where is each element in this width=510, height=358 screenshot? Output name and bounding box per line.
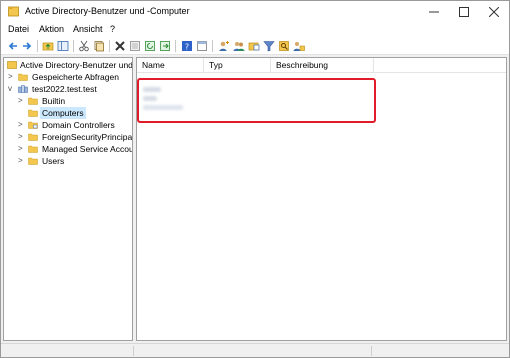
expand-chevron-icon[interactable]: >: [18, 119, 26, 131]
maximize-button[interactable]: [449, 1, 479, 23]
tree-item-domain[interactable]: v test2022.test.test: [8, 83, 132, 95]
tree-root[interactable]: Active Directory-Benutzer und -: [6, 59, 133, 71]
window-title: Active Directory-Benutzer und -Computer: [25, 6, 190, 16]
column-header-beschreibung[interactable]: Beschreibung: [271, 58, 374, 72]
ad-app-icon: [8, 6, 19, 17]
close-button[interactable]: [479, 1, 509, 23]
maximize-icon: [459, 7, 469, 17]
column-header-typ[interactable]: Typ: [204, 58, 271, 72]
folder-icon: [28, 157, 38, 165]
find-icon[interactable]: [278, 40, 290, 52]
expand-chevron-icon[interactable]: >: [18, 95, 26, 107]
svg-text:?: ?: [185, 43, 189, 52]
tree-item-foreign-security-principals[interactable]: > ForeignSecurityPrincipals: [18, 131, 133, 143]
toolbar-divider: [73, 40, 74, 52]
folder-icon: [18, 73, 28, 81]
tree-item-label: Managed Service Accour: [42, 144, 133, 154]
toolbar: ?: [1, 37, 509, 55]
up-folder-icon[interactable]: [42, 40, 54, 52]
forward-icon[interactable]: [21, 40, 33, 52]
menu-help[interactable]: ?: [110, 24, 115, 34]
header-divider: [137, 72, 506, 73]
close-icon: [489, 7, 499, 17]
expand-chevron-icon[interactable]: >: [18, 143, 26, 155]
toolbar-divider: [212, 40, 213, 52]
folder-icon: [28, 109, 38, 117]
filter-icon[interactable]: [263, 40, 275, 52]
status-divider: [133, 346, 134, 356]
toolbar-divider: [175, 40, 176, 52]
tree-item-gespeicherte-abfragen[interactable]: > Gespeicherte Abfragen: [8, 71, 132, 83]
add-group-icon[interactable]: [233, 40, 245, 52]
tree-item-label: test2022.test.test: [32, 84, 97, 94]
highlight-box: [137, 78, 376, 123]
column-header-name[interactable]: Name: [137, 58, 204, 72]
tree-item-computers[interactable]: Computers: [18, 107, 132, 119]
console-tree[interactable]: Active Directory-Benutzer und - > Gespei…: [3, 57, 133, 341]
minimize-button[interactable]: [419, 1, 449, 23]
delete-icon[interactable]: [114, 40, 126, 52]
folder-icon: [28, 133, 38, 141]
ou-folder-icon: [28, 121, 38, 129]
expand-chevron-icon[interactable]: >: [18, 155, 26, 167]
help-icon[interactable]: ?: [181, 40, 193, 52]
add-user-icon[interactable]: [218, 40, 230, 52]
collapse-chevron-icon[interactable]: v: [8, 83, 16, 95]
tree-item-managed-service-accounts[interactable]: > Managed Service Accour: [18, 143, 133, 155]
tree-item-label: ForeignSecurityPrincipals: [42, 132, 133, 142]
details-list[interactable]: Name Typ Beschreibung: [136, 57, 507, 341]
export-icon[interactable]: [159, 40, 171, 52]
tree-item-label: Builtin: [42, 96, 66, 106]
add-ou-icon[interactable]: [248, 40, 260, 52]
ad-root-icon: [7, 61, 17, 69]
app-window: Active Directory-Benutzer und -Computer …: [0, 0, 510, 358]
add-to-group-icon[interactable]: [293, 40, 305, 52]
copy-icon[interactable]: [93, 40, 105, 52]
expand-chevron-icon[interactable]: >: [8, 71, 16, 83]
back-icon[interactable]: [7, 40, 19, 52]
view-icon[interactable]: [196, 40, 208, 52]
tree-item-builtin[interactable]: > Builtin: [18, 95, 132, 107]
toolbar-divider: [109, 40, 110, 52]
folder-icon: [28, 145, 38, 153]
minimize-icon: [429, 11, 439, 13]
tree-item-label: Users: [42, 156, 65, 166]
menu-datei[interactable]: Datei: [8, 24, 29, 34]
tree-root-label: Active Directory-Benutzer und -: [20, 60, 133, 70]
tree-item-domain-controllers[interactable]: > Domain Controllers: [18, 119, 132, 131]
tree-item-label: Gespeicherte Abfragen: [32, 72, 119, 82]
menu-bar: Datei Aktion Ansicht ?: [1, 23, 509, 37]
menu-aktion[interactable]: Aktion: [39, 24, 64, 34]
tree-item-label: Domain Controllers: [42, 120, 115, 130]
console-tree-icon[interactable]: [57, 40, 69, 52]
properties-icon[interactable]: [129, 40, 141, 52]
toolbar-divider: [37, 40, 38, 52]
domain-icon: [18, 85, 28, 93]
refresh-icon[interactable]: [144, 40, 156, 52]
tree-item-users[interactable]: > Users: [18, 155, 132, 167]
cut-icon[interactable]: [78, 40, 90, 52]
status-bar: [1, 343, 509, 357]
title-bar[interactable]: Active Directory-Benutzer und -Computer: [1, 1, 509, 23]
expand-chevron-icon[interactable]: >: [18, 131, 26, 143]
folder-icon: [28, 97, 38, 105]
tree-item-label: Computers: [40, 107, 86, 119]
status-divider: [371, 346, 372, 356]
menu-ansicht[interactable]: Ansicht: [73, 24, 103, 34]
